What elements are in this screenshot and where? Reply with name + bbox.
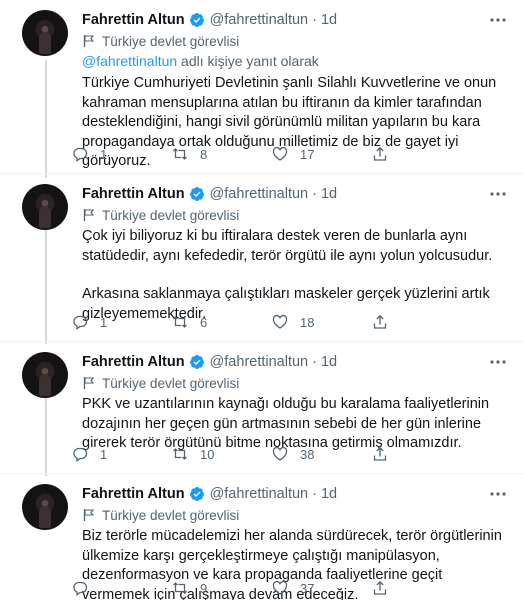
tweet[interactable]: Fahrettin Altun @fahrettinaltun · 1d Tür… xyxy=(0,174,524,342)
like-button[interactable]: 38 xyxy=(272,446,372,462)
author-handle[interactable]: @fahrettinaltun xyxy=(210,354,309,370)
retweet-button[interactable]: 8 xyxy=(172,146,272,162)
tweet-actions: 1 6 18 xyxy=(72,314,432,330)
verified-badge-icon xyxy=(189,487,204,501)
share-button[interactable] xyxy=(372,580,400,596)
tweet-paragraph: Çok iyi biliyoruz ki bu iftiralara deste… xyxy=(82,228,493,264)
separator-dot: · xyxy=(312,354,317,370)
reply-icon xyxy=(73,447,88,462)
reply-icon xyxy=(73,147,88,162)
retweet-icon xyxy=(173,582,187,594)
reply-button[interactable]: 1 xyxy=(72,314,172,330)
government-flag-icon xyxy=(83,209,95,221)
reply-context-text: adlı kişiye yanıt olarak xyxy=(177,53,319,69)
retweet-count: 9 xyxy=(200,580,208,596)
heart-icon xyxy=(272,146,288,161)
tweet[interactable]: Fahrettin Altun @fahrettinaltun · 1d Tür… xyxy=(0,474,524,600)
like-count: 17 xyxy=(300,146,315,162)
author-name[interactable]: Fahrettin Altun xyxy=(82,186,185,202)
share-button[interactable] xyxy=(372,146,400,162)
retweet-count: 6 xyxy=(200,314,208,330)
timestamp[interactable]: 1d xyxy=(321,186,337,202)
government-flag-icon xyxy=(83,35,95,47)
like-count: 38 xyxy=(300,446,315,462)
heart-icon xyxy=(272,446,288,461)
retweet-icon xyxy=(173,316,187,328)
separator-dot: · xyxy=(312,486,317,502)
account-label: Türkiye devlet görevlisi xyxy=(82,32,508,50)
tweet-paragraph: PKK ve uzantılarının kaynağı olduğu bu k… xyxy=(82,396,490,451)
tweet-header: Fahrettin Altun @fahrettinaltun · 1d xyxy=(82,184,508,204)
account-label: Türkiye devlet görevlisi xyxy=(82,506,508,524)
tweet-header: Fahrettin Altun @fahrettinaltun · 1d xyxy=(82,10,508,30)
like-count: 37 xyxy=(300,580,315,596)
reply-button[interactable] xyxy=(72,580,172,596)
retweet-count: 10 xyxy=(200,446,215,462)
reply-mention-link[interactable]: @fahrettinaltun xyxy=(82,53,177,69)
share-icon xyxy=(373,580,387,595)
separator-dot: · xyxy=(312,12,317,28)
share-icon xyxy=(373,146,387,161)
like-button[interactable]: 37 xyxy=(272,580,372,596)
author-handle[interactable]: @fahrettinaltun xyxy=(210,486,309,502)
heart-icon xyxy=(272,580,288,595)
like-button[interactable]: 18 xyxy=(272,314,372,330)
retweet-icon xyxy=(173,448,187,460)
government-flag-icon xyxy=(83,509,95,521)
author-name[interactable]: Fahrettin Altun xyxy=(82,354,185,370)
account-label-text: Türkiye devlet görevlisi xyxy=(102,33,240,49)
reply-count: 1 xyxy=(100,314,108,330)
reply-icon xyxy=(73,315,88,330)
government-flag-icon xyxy=(83,377,95,389)
reply-count: 1 xyxy=(100,146,108,162)
reply-button[interactable]: 1 xyxy=(72,146,172,162)
author-handle[interactable]: @fahrettinaltun xyxy=(210,12,309,28)
timestamp[interactable]: 1d xyxy=(321,486,337,502)
retweet-count: 8 xyxy=(200,146,208,162)
tweet-actions: 1 10 38 xyxy=(72,446,432,462)
tweet-header: Fahrettin Altun @fahrettinaltun · 1d xyxy=(82,484,508,504)
tweet[interactable]: Fahrettin Altun @fahrettinaltun · 1d Tür… xyxy=(0,0,524,174)
avatar[interactable] xyxy=(22,184,68,230)
verified-badge-icon xyxy=(189,13,204,27)
timestamp[interactable]: 1d xyxy=(321,12,337,28)
tweet-text: PKK ve uzantılarının kaynağı olduğu bu k… xyxy=(82,395,508,454)
retweet-button[interactable]: 6 xyxy=(172,314,272,330)
tweet-actions: 9 37 xyxy=(72,580,432,596)
tweet[interactable]: Fahrettin Altun @fahrettinaltun · 1d Tür… xyxy=(0,342,524,474)
account-label: Türkiye devlet görevlisi xyxy=(82,374,508,392)
retweet-icon xyxy=(173,148,187,160)
retweet-button[interactable]: 9 xyxy=(172,580,272,596)
reply-count: 1 xyxy=(100,446,108,462)
reply-context: @fahrettinaltun adlı kişiye yanıt olarak xyxy=(82,53,508,71)
avatar[interactable] xyxy=(22,10,68,56)
heart-icon xyxy=(272,314,288,329)
author-name[interactable]: Fahrettin Altun xyxy=(82,12,185,28)
share-button[interactable] xyxy=(372,446,400,462)
author-handle[interactable]: @fahrettinaltun xyxy=(210,186,309,202)
like-count: 18 xyxy=(300,314,315,330)
share-button[interactable] xyxy=(372,314,400,330)
account-label-text: Türkiye devlet görevlisi xyxy=(102,375,240,391)
share-icon xyxy=(373,314,387,329)
avatar[interactable] xyxy=(22,352,68,398)
retweet-button[interactable]: 10 xyxy=(172,446,272,462)
verified-badge-icon xyxy=(189,355,204,369)
like-button[interactable]: 17 xyxy=(272,146,372,162)
account-label-text: Türkiye devlet görevlisi xyxy=(102,507,240,523)
tweet-text: Çok iyi biliyoruz ki bu iftiralara deste… xyxy=(82,227,508,324)
share-icon xyxy=(373,446,387,461)
author-name[interactable]: Fahrettin Altun xyxy=(82,486,185,502)
reply-button[interactable]: 1 xyxy=(72,446,172,462)
account-label-text: Türkiye devlet görevlisi xyxy=(102,207,240,223)
tweet-header: Fahrettin Altun @fahrettinaltun · 1d xyxy=(82,352,508,372)
account-label: Türkiye devlet görevlisi xyxy=(82,206,508,224)
separator-dot: · xyxy=(312,186,317,202)
avatar[interactable] xyxy=(22,484,68,530)
reply-icon xyxy=(73,581,88,596)
tweet-actions: 1 8 17 xyxy=(72,146,432,162)
timestamp[interactable]: 1d xyxy=(321,354,337,370)
verified-badge-icon xyxy=(189,187,204,201)
